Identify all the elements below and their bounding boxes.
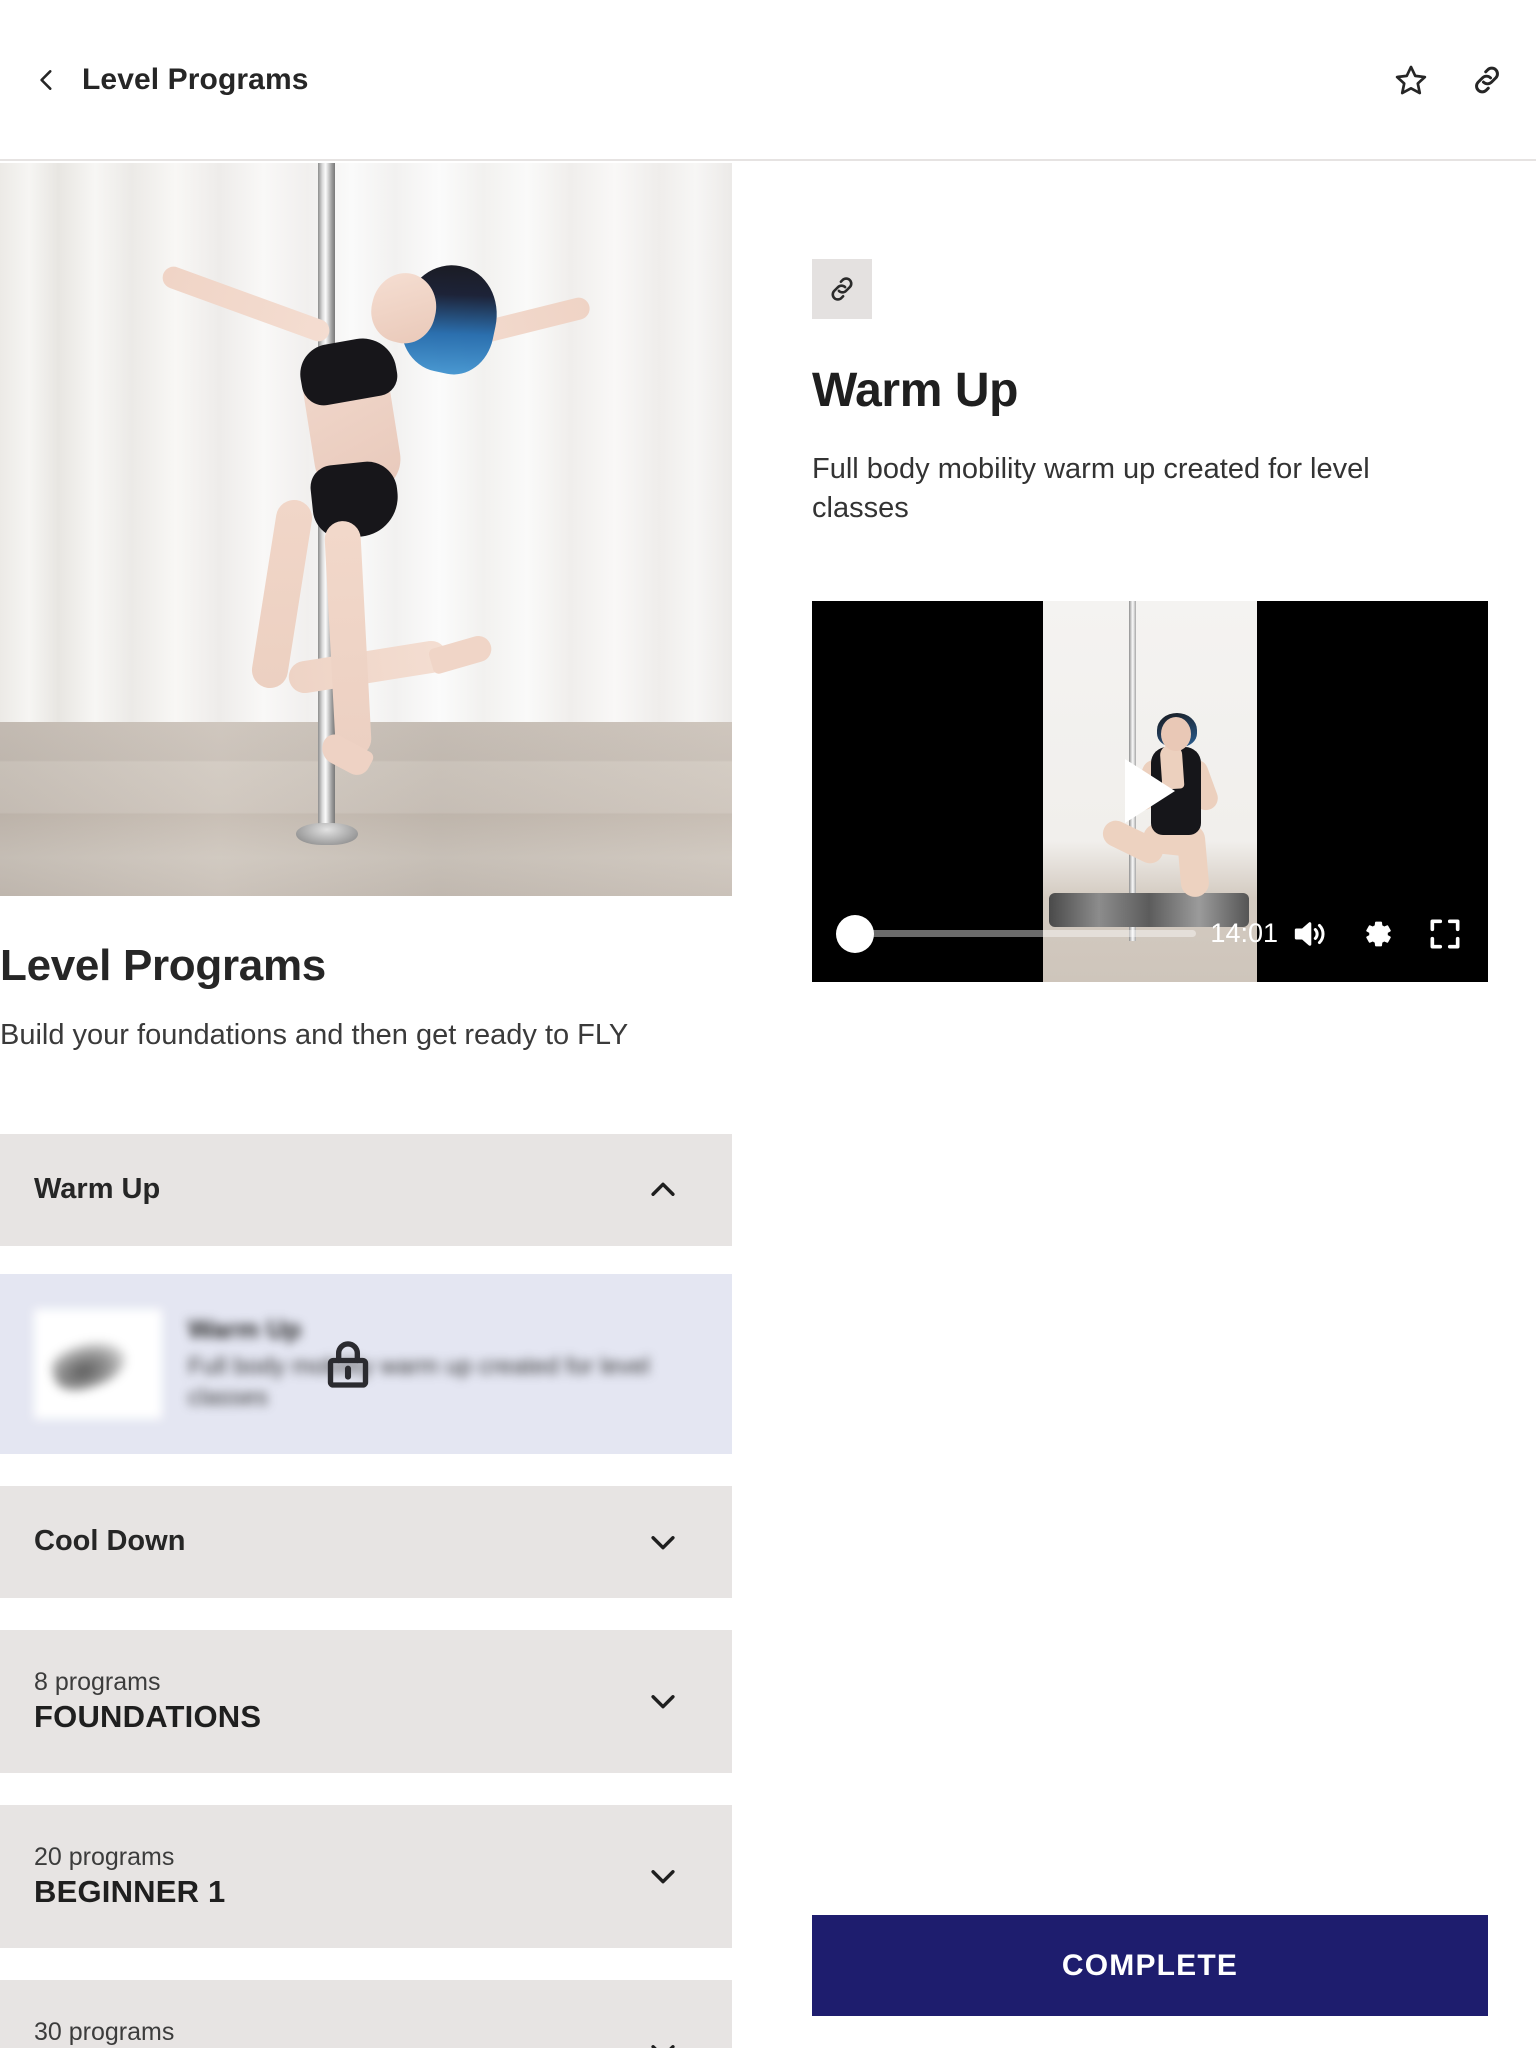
accordion-section-name: BEGINNER 1 (34, 1874, 226, 1910)
program-summary: Level Programs Build your foundations an… (0, 896, 732, 1056)
accordion-section-count: 8 programs (34, 1667, 161, 1696)
back-button[interactable]: Level Programs (34, 63, 309, 97)
lock-icon (327, 1340, 369, 1388)
link-icon[interactable] (1470, 63, 1504, 97)
hero-dancer-figure (120, 221, 620, 801)
detail-description: Full body mobility warm up created for l… (812, 453, 1370, 525)
chevron-left-icon (40, 69, 52, 90)
hero-pole-base (296, 823, 358, 845)
locked-lesson-card[interactable]: Warm Up Full body mobility warm up creat… (0, 1273, 732, 1454)
detail-share-button[interactable] (812, 259, 872, 319)
left-column: Level Programs Build your foundations an… (0, 163, 732, 2048)
gear-icon[interactable] (1358, 915, 1396, 953)
scrubber-track[interactable] (870, 930, 1197, 938)
lock-badge (320, 1336, 376, 1392)
accordion-section-label: Warm Up (34, 1173, 161, 1206)
accordion-section-beginner-2[interactable]: 30 programs BEGINNER 2 (0, 1979, 732, 2048)
detail-title: Warm Up (812, 364, 1019, 417)
accordion-section-text: 8 programs FOUNDATIONS (34, 1667, 261, 1735)
link-icon (831, 277, 853, 301)
lesson-thumbnail (34, 1308, 162, 1419)
fullscreen-icon[interactable] (1426, 915, 1464, 953)
accordion-section-name: FOUNDATIONS (34, 1699, 262, 1735)
accordion-section-beginner-1[interactable]: 20 programs BEGINNER 1 (0, 1804, 732, 1948)
chevron-down-icon (651, 1535, 675, 1549)
accordion-section-label: Cool Down (34, 1525, 186, 1558)
program-title: Level Programs (0, 941, 326, 990)
chevron-down-icon (651, 2045, 675, 2048)
chevron-down-icon (651, 1695, 675, 1709)
lesson-description: Full body mobility warm up created for l… (188, 1352, 650, 1412)
video-controls: 14:01 (812, 886, 1488, 982)
hero-image (0, 163, 732, 896)
volume-high-icon[interactable] (1290, 915, 1328, 953)
program-subtitle: Build your foundations and then get read… (0, 1019, 629, 1052)
complete-button[interactable]: COMPLETE (812, 1915, 1488, 2016)
chevron-up-icon (651, 1182, 675, 1196)
star-icon[interactable] (1394, 63, 1428, 97)
accordion-section-count: 30 programs (34, 2017, 175, 2046)
app-screen: Level Programs Level Programs Build your… (0, 0, 1536, 2048)
accordion-section-count: 20 programs (34, 1842, 175, 1871)
program-accordion: Warm Up Warm Up Full body mobility warm … (0, 1133, 732, 2048)
chevron-down-icon (651, 1870, 675, 1884)
lesson-title: Warm Up (188, 1313, 302, 1344)
accordion-section-foundations[interactable]: 8 programs FOUNDATIONS (0, 1629, 732, 1773)
top-bar-actions (1394, 63, 1504, 97)
duration-label: 14:01 (1210, 918, 1278, 949)
accordion-section-text: 20 programs BEGINNER 1 (34, 1842, 225, 1910)
accordion-section-text: 30 programs BEGINNER 2 (34, 2017, 225, 2048)
video-player[interactable]: 14:01 (812, 600, 1488, 982)
progress-scrubber[interactable] (836, 914, 1210, 953)
lesson-text: Warm Up Full body mobility warm up creat… (188, 1314, 658, 1413)
page-title: Level Programs (82, 62, 309, 96)
scrubber-handle[interactable] (836, 914, 874, 953)
accordion-section-cool-down[interactable]: Cool Down (0, 1485, 732, 1598)
top-bar: Level Programs (0, 0, 1536, 161)
play-icon[interactable] (1125, 759, 1175, 824)
accordion-section-warm-up[interactable]: Warm Up (0, 1133, 732, 1246)
detail-panel: Warm Up Full body mobility warm up creat… (812, 163, 1488, 982)
